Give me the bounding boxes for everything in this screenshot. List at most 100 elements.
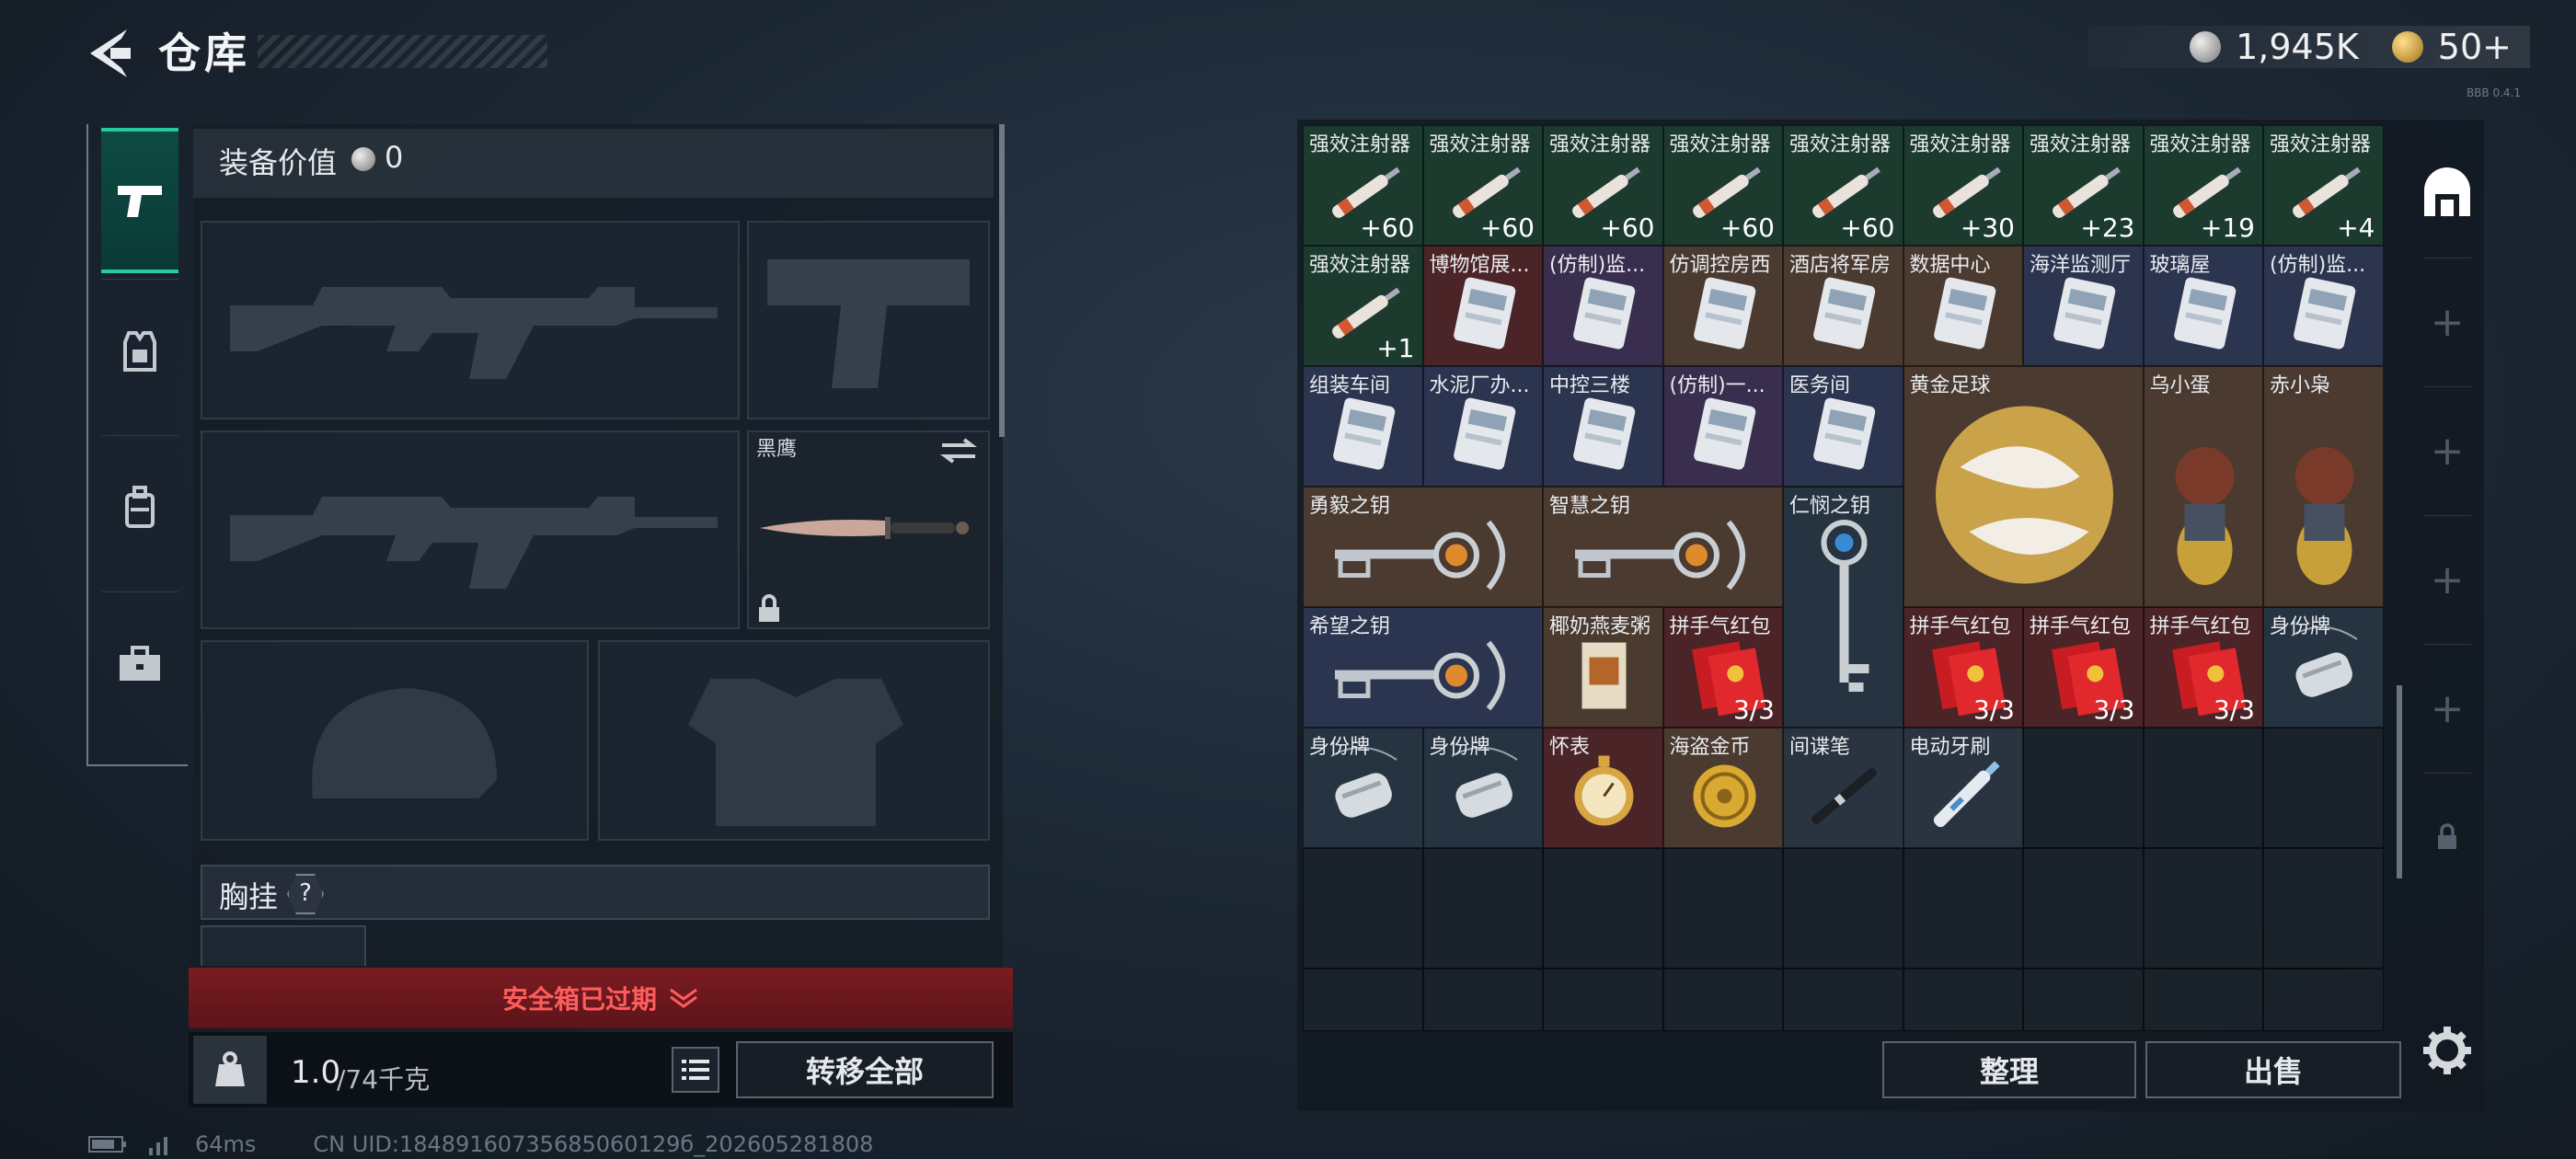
empty-slot[interactable] — [1783, 848, 1903, 969]
storage-item[interactable]: 水泥厂办... — [1422, 366, 1543, 487]
empty-slot[interactable] — [1543, 848, 1663, 969]
storage-item[interactable]: 强效注射器 +60 — [1543, 125, 1663, 246]
storage-item[interactable]: 身份牌 — [2263, 607, 2384, 728]
secondary-weapon-slot[interactable] — [201, 430, 740, 629]
storage-item[interactable]: 强效注射器 +60 — [1783, 125, 1903, 246]
storage-item[interactable]: 仁悯之钥 — [1783, 487, 1903, 728]
storage-item[interactable]: 强效注射器 +23 — [2023, 125, 2144, 246]
storage-item[interactable]: 怀表 — [1543, 728, 1663, 848]
storage-item[interactable]: 拼手气红包 3/3 — [2143, 607, 2263, 728]
storage-item[interactable]: 身份牌 — [1422, 728, 1543, 848]
storage-item[interactable]: 乌小蛋 — [2143, 366, 2263, 607]
empty-slot[interactable] — [2143, 969, 2263, 1031]
pistol-slot[interactable] — [747, 221, 990, 419]
nav-armor[interactable] — [101, 282, 178, 420]
nav-weapons[interactable] — [101, 128, 178, 273]
empty-slot[interactable] — [1662, 848, 1783, 969]
storage-item[interactable]: 博物馆展... — [1422, 246, 1543, 366]
equipment-scrollbar[interactable] — [999, 124, 1005, 437]
storage-item[interactable]: 仿调控房西 — [1662, 246, 1783, 366]
storage-item[interactable]: (仿制)监... — [2263, 246, 2384, 366]
tab-add-3[interactable]: + — [2410, 515, 2484, 644]
item-name: 勇毅之钥 — [1309, 495, 1391, 518]
storage-item[interactable]: 黄金足球 — [1903, 366, 2144, 607]
tab-locked[interactable] — [2410, 773, 2484, 901]
tab-storage-main[interactable] — [2410, 129, 2484, 258]
storage-item[interactable]: 海洋监测厅 — [2023, 246, 2144, 366]
list-view-button[interactable] — [672, 1047, 719, 1093]
sell-button[interactable]: 出售 — [2145, 1041, 2401, 1098]
empty-slot[interactable] — [1662, 969, 1783, 1031]
empty-slot[interactable] — [1422, 848, 1543, 969]
storage-item[interactable]: 玻璃屋 — [2143, 246, 2263, 366]
storage-item[interactable]: 强效注射器 +19 — [2143, 125, 2263, 246]
tab-add-1[interactable]: + — [2410, 258, 2484, 386]
empty-slot[interactable] — [2263, 848, 2384, 969]
nav-backpack[interactable] — [101, 439, 178, 577]
item-name: 拼手气红包 — [2030, 615, 2132, 638]
storage-item[interactable]: 强效注射器 +30 — [1903, 125, 2023, 246]
storage-item[interactable]: 数据中心 — [1903, 246, 2023, 366]
storage-item[interactable]: 勇毅之钥 — [1303, 487, 1543, 607]
gold-currency-value[interactable]: 50+ — [2438, 27, 2512, 67]
storage-item[interactable]: 电动牙刷 — [1903, 728, 2023, 848]
storage-item[interactable]: 强效注射器 +60 — [1303, 125, 1423, 246]
body-armor-slot[interactable] — [598, 640, 990, 841]
empty-slot[interactable] — [2023, 728, 2144, 848]
item-name: 拼手气红包 — [2149, 615, 2251, 638]
storage-item[interactable]: 拼手气红包 3/3 — [1662, 607, 1783, 728]
helmet-slot[interactable] — [201, 640, 589, 841]
storage-item[interactable]: 强效注射器 +60 — [1422, 125, 1543, 246]
storage-item[interactable]: 酒店将军房 — [1783, 246, 1903, 366]
chest-rig-slot[interactable] — [201, 925, 366, 966]
storage-item[interactable]: 海盗金币 — [1662, 728, 1783, 848]
empty-slot[interactable] — [1903, 848, 2023, 969]
empty-slot[interactable] — [1903, 969, 2023, 1031]
empty-slot[interactable] — [2023, 969, 2144, 1031]
storage-item[interactable]: 身份牌 — [1303, 728, 1423, 848]
nav-briefcase[interactable] — [101, 595, 178, 733]
storage-item[interactable]: (仿制)一... — [1662, 366, 1783, 487]
storage-item[interactable]: 中控三楼 — [1543, 366, 1663, 487]
storage-item[interactable]: 拼手气红包 3/3 — [1903, 607, 2023, 728]
storage-item[interactable]: 医务间 — [1783, 366, 1903, 487]
pistol-silhouette-icon — [767, 259, 970, 388]
item-count: +60 — [1360, 212, 1415, 243]
storage-item[interactable]: 强效注射器 +4 — [2263, 125, 2384, 246]
sort-button[interactable]: 整理 — [1882, 1041, 2136, 1098]
safebox-expired-banner[interactable]: 安全箱已过期 — [189, 968, 1013, 1028]
storage-item[interactable]: 希望之钥 — [1303, 607, 1543, 728]
empty-slot[interactable] — [1783, 969, 1903, 1031]
empty-slot[interactable] — [1422, 969, 1543, 1031]
storage-item[interactable]: 椰奶燕麦粥 — [1543, 607, 1663, 728]
backpack-icon — [125, 486, 155, 528]
tab-add-2[interactable]: + — [2410, 386, 2484, 515]
empty-slot[interactable] — [2143, 728, 2263, 848]
storage-item[interactable]: 强效注射器 +1 — [1303, 246, 1423, 366]
empty-slot[interactable] — [1303, 848, 1423, 969]
empty-slot[interactable] — [2143, 848, 2263, 969]
transfer-all-button[interactable]: 转移全部 — [736, 1041, 994, 1098]
empty-slot[interactable] — [2023, 848, 2144, 969]
storage-item[interactable]: 智慧之钥 — [1543, 487, 1783, 607]
item-name: 电动牙刷 — [1909, 736, 1991, 759]
storage-item[interactable]: 拼手气红包 3/3 — [2023, 607, 2144, 728]
empty-slot[interactable] — [2263, 728, 2384, 848]
empty-slot[interactable] — [1303, 969, 1423, 1031]
storage-item[interactable]: 强效注射器 +60 — [1662, 125, 1783, 246]
storage-grid: 强效注射器 +60 强效注射器 +60 强效注射器 +60 强效注射器 +60 强效注射器 +60… — [1303, 125, 2384, 1031]
back-button[interactable] — [85, 28, 132, 79]
storage-item[interactable]: 赤小枭 — [2263, 366, 2384, 607]
tab-add-4[interactable]: + — [2410, 644, 2484, 773]
storage-item[interactable]: 间谍笔 — [1783, 728, 1903, 848]
settings-button[interactable] — [2420, 1023, 2475, 1078]
rifle-silhouette-icon — [230, 497, 718, 589]
swap-icon[interactable] — [938, 436, 979, 465]
storage-scrollbar[interactable] — [2397, 685, 2402, 878]
storage-item[interactable]: (仿制)监... — [1543, 246, 1663, 366]
empty-slot[interactable] — [1543, 969, 1663, 1031]
item-name: 身份牌 — [1429, 736, 1490, 759]
primary-weapon-slot[interactable] — [201, 221, 740, 419]
storage-item[interactable]: 组装车间 — [1303, 366, 1423, 487]
empty-slot[interactable] — [2263, 969, 2384, 1031]
